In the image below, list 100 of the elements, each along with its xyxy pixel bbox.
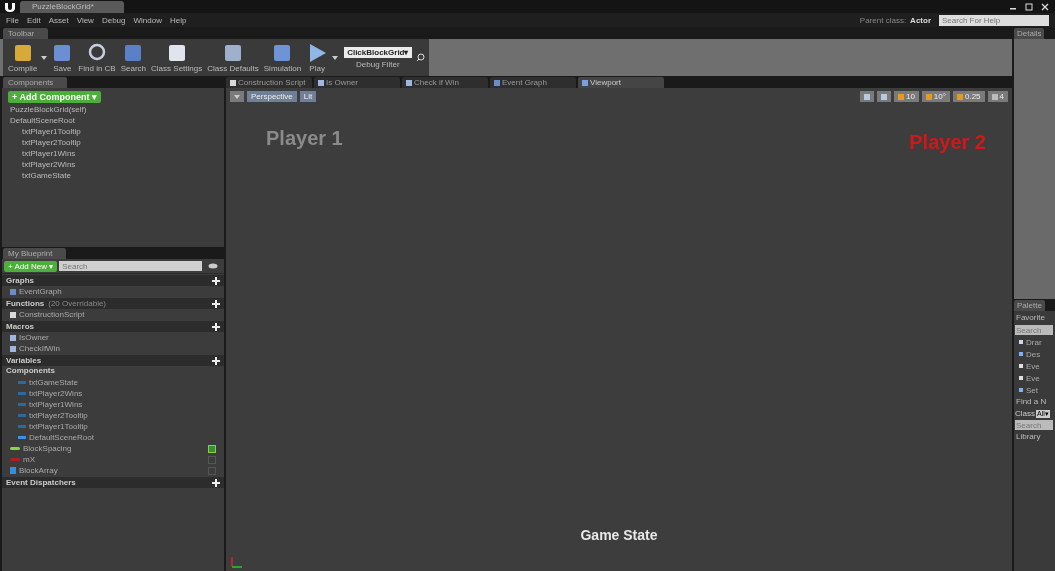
menu-item[interactable]: Window xyxy=(133,15,162,25)
toolbar-button[interactable]: Simulation xyxy=(261,41,304,74)
section-title: Macros xyxy=(6,322,34,331)
list-item[interactable]: txtPlayer2Tooltip xyxy=(2,410,224,421)
list-item[interactable]: EventGraph xyxy=(2,286,224,297)
list-item[interactable]: IsOwner xyxy=(2,332,224,343)
section-header[interactable]: Macros xyxy=(2,321,224,332)
tree-item[interactable]: DefaultSceneRoot xyxy=(2,115,224,126)
add-icon[interactable] xyxy=(212,276,220,285)
add-new-button[interactable]: + Add New ▾ xyxy=(4,260,58,272)
tree-item[interactable]: txtPlayer2Tooltip xyxy=(2,137,224,148)
category-header[interactable]: Components xyxy=(2,366,224,377)
visibility-toggle[interactable] xyxy=(208,466,216,475)
list-item[interactable]: txtGameState xyxy=(2,377,224,388)
search-field[interactable]: Search xyxy=(1015,325,1053,335)
editor-tab[interactable]: Event Graph xyxy=(490,77,576,88)
node-icon xyxy=(1018,375,1024,381)
menu-item[interactable]: Asset xyxy=(48,15,69,25)
tree-item[interactable]: PuzzleBlockGrid(self) xyxy=(2,104,224,115)
item-label: Set xyxy=(1026,385,1038,395)
tree-item[interactable]: txtPlayer2Wins xyxy=(2,159,224,170)
caret-icon[interactable] xyxy=(331,55,340,60)
list-item[interactable]: ConstructionScript xyxy=(2,309,224,320)
document-tab[interactable]: PuzzleBlockGrid* xyxy=(20,0,124,13)
library-header[interactable]: Library xyxy=(1014,432,1055,442)
viewport-text: Game State xyxy=(580,527,658,543)
menu-item[interactable]: File xyxy=(6,15,19,25)
details-tab[interactable]: Details xyxy=(1014,28,1045,39)
menu-item[interactable]: Help xyxy=(169,15,187,25)
tree-item[interactable]: txtPlayer1Tooltip xyxy=(2,126,224,137)
lighting-button[interactable]: Lit xyxy=(299,91,317,102)
toolbar-button[interactable]: Find in CB xyxy=(76,41,118,74)
palette-item[interactable]: Drar xyxy=(1014,337,1055,347)
variable-item[interactable]: mX xyxy=(2,454,224,465)
tree-item[interactable]: txtGameState xyxy=(2,170,224,181)
item-label: Eve xyxy=(1026,373,1040,383)
search-field[interactable]: Search xyxy=(1015,420,1053,430)
toolbar-button[interactable]: Compile xyxy=(6,41,40,74)
add-icon[interactable] xyxy=(212,299,220,308)
favorites-header[interactable]: Favorite xyxy=(1014,313,1055,323)
list-item[interactable]: txtPlayer1Wins xyxy=(2,399,224,410)
item-icon xyxy=(10,288,16,295)
visibility-toggle[interactable] xyxy=(208,455,216,464)
palette-item[interactable]: Des xyxy=(1014,349,1055,359)
palette-item[interactable]: Eve xyxy=(1014,361,1055,371)
palette-item[interactable]: Eve xyxy=(1014,373,1055,383)
viewport-text: Player 2 xyxy=(909,131,986,154)
my-blueprint-tab[interactable]: My Blueprint xyxy=(3,248,67,259)
add-icon[interactable] xyxy=(212,478,220,487)
help-search-field[interactable]: Search For Help xyxy=(939,14,1049,26)
toolbar-tab[interactable]: Toolbar xyxy=(3,28,49,39)
components-tab[interactable]: Components xyxy=(3,77,68,88)
view-mode-button[interactable]: Perspective xyxy=(247,91,297,102)
section-header[interactable]: Graphs xyxy=(2,275,224,286)
tab-label: Is Owner xyxy=(326,78,358,87)
tree-item[interactable]: txtPlayer1Wins xyxy=(2,148,224,159)
toolbar-button[interactable]: Class Settings xyxy=(149,41,205,74)
section-header[interactable]: Event Dispatchers xyxy=(2,477,224,488)
snap-button[interactable] xyxy=(859,91,874,102)
editor-tab[interactable]: Construction Script xyxy=(226,77,312,88)
menu-item[interactable]: View xyxy=(76,15,94,25)
snap-button[interactable] xyxy=(876,91,891,102)
debug-object-dropdown[interactable]: ClickBlockGrid▾ xyxy=(344,46,412,58)
list-item[interactable]: txtPlayer2Wins xyxy=(2,388,224,399)
palette-item[interactable]: Set xyxy=(1014,385,1055,395)
snap-icon xyxy=(880,93,887,100)
search-icon[interactable] xyxy=(415,53,425,62)
menu-item[interactable]: Debug xyxy=(101,15,126,25)
search-field[interactable]: Search xyxy=(59,261,202,271)
caret-icon[interactable] xyxy=(40,55,49,60)
list-item[interactable]: txtPlayer1Tooltip xyxy=(2,421,224,432)
add-component-button[interactable]: + Add Component ▾ xyxy=(8,91,101,103)
snap-button[interactable]: 10° xyxy=(921,91,950,102)
snap-button[interactable]: 0.25 xyxy=(952,91,985,102)
toolbar-button[interactable]: Search xyxy=(118,41,149,74)
section-header[interactable]: Functions (20 Overridable) xyxy=(2,298,224,309)
snap-button[interactable]: 10 xyxy=(893,91,919,102)
editor-tab[interactable]: Check if Win xyxy=(402,77,488,88)
snap-button[interactable]: 4 xyxy=(987,91,1008,102)
maximize-icon[interactable] xyxy=(1023,2,1035,11)
menu-item[interactable]: Edit xyxy=(26,15,41,25)
find-node-header[interactable]: Find a N xyxy=(1014,397,1055,407)
editor-tab[interactable]: Is Owner xyxy=(314,77,400,88)
variable-item[interactable]: BlockArray xyxy=(2,465,224,476)
toolbar-button[interactable]: Save xyxy=(49,41,76,74)
palette-tab[interactable]: Palette xyxy=(1014,300,1045,311)
list-item[interactable]: CheckIfWin xyxy=(2,343,224,354)
editor-tab[interactable]: Viewport xyxy=(578,77,664,88)
toolbar-button[interactable]: Class Defaults xyxy=(205,41,261,74)
toolbar-button[interactable]: Play xyxy=(304,41,331,74)
add-icon[interactable] xyxy=(212,322,220,331)
item-label: ConstructionScript xyxy=(19,310,85,319)
variable-name: BlockArray xyxy=(19,466,58,475)
add-icon[interactable] xyxy=(212,356,220,365)
list-item[interactable]: DefaultSceneRoot xyxy=(2,432,224,443)
visibility-toggle[interactable] xyxy=(208,444,216,453)
section-header[interactable]: Variables xyxy=(2,355,224,366)
close-icon[interactable] xyxy=(1039,2,1051,11)
variable-item[interactable]: BlockSpacing xyxy=(2,443,224,454)
viewport-menu-button[interactable] xyxy=(230,91,244,102)
